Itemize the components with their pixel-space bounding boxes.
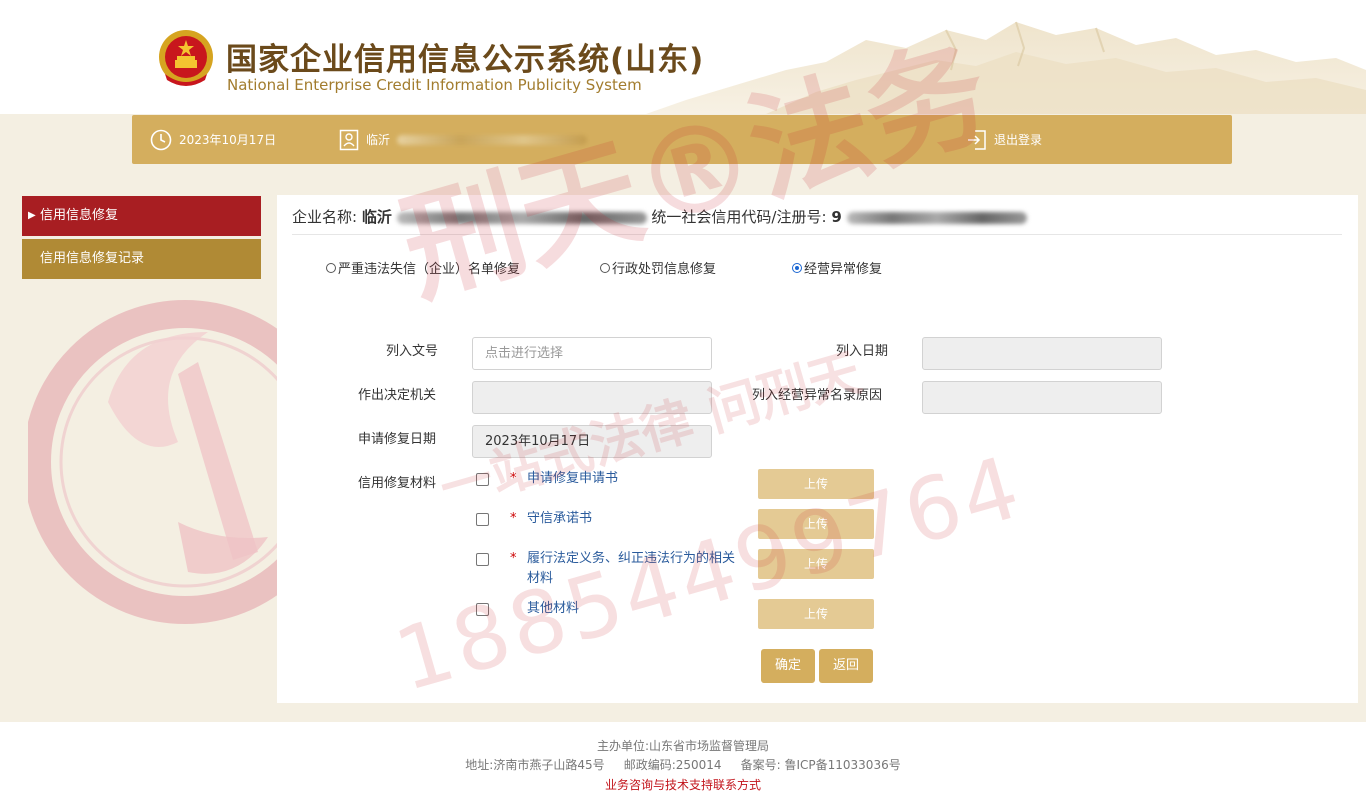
footer-icp[interactable]: 备案号: 鲁ICP备11033036号	[741, 758, 901, 772]
list-date-field	[922, 337, 1162, 370]
back-button[interactable]: 返回	[819, 649, 873, 683]
apply-date-label: 申请修复日期	[358, 432, 437, 447]
doc-no-placeholder: 点击进行选择	[485, 346, 564, 361]
date-display: 2023年10月17日	[150, 115, 276, 164]
footer-address: 地址:济南市燕子山路45号	[465, 758, 605, 772]
divider	[292, 234, 1342, 235]
redacted-company-name	[396, 211, 647, 224]
material-checkbox-pledge[interactable]	[476, 513, 489, 526]
upload-button-pledge[interactable]: 上传	[758, 509, 874, 539]
user-badge-icon	[339, 129, 359, 150]
company-name: 临沂	[361, 208, 392, 226]
redacted-credit-code	[846, 211, 1027, 224]
upload-button-other[interactable]: 上传	[758, 599, 874, 629]
company-info-row: 企业名称: 临沂 统一社会信用代码/注册号: 9	[292, 206, 1027, 227]
radio-serious-dishonesty-repair[interactable]: 严重违法失信（企业）名单修复	[326, 258, 520, 277]
site-footer: 主办单位:山东省市场监督管理局 地址:济南市燕子山路45号 邮政编码:25001…	[0, 722, 1366, 808]
company-name-label: 企业名称:	[292, 208, 358, 226]
required-star: *	[510, 511, 517, 526]
footer-contact-link[interactable]: 业务咨询与技术支持联系方式	[0, 776, 1366, 793]
logout-label: 退出登录	[994, 133, 1043, 147]
authority-label: 作出决定机关	[358, 388, 437, 403]
logout-icon	[968, 129, 986, 150]
footer-organizer: 主办单位:山东省市场监督管理局	[596, 739, 770, 753]
required-star: *	[510, 471, 517, 486]
logout-link[interactable]: 退出登录	[967, 115, 1042, 164]
credit-code: 9	[831, 208, 842, 226]
radio-admin-penalty-repair[interactable]: 行政处罚信息修复	[600, 258, 716, 277]
credit-code-label: 统一社会信用代码/注册号:	[651, 208, 827, 226]
confirm-button[interactable]: 确定	[761, 649, 815, 683]
radio-abnormal-operation-repair[interactable]: 经营异常修复	[792, 258, 882, 277]
doc-no-label: 列入文号	[386, 344, 439, 359]
material-label-pledge: 守信承诺书	[527, 511, 593, 526]
mountain-background-image	[646, 0, 1366, 114]
material-label-obligation: 履行法定义务、纠正违法行为的相关材料	[527, 551, 736, 586]
current-date: 2023年10月17日	[179, 133, 277, 147]
apply-date-field: 2023年10月17日	[472, 425, 712, 458]
reason-label: 列入经营异常名录原因	[752, 388, 883, 403]
user-display: 临沂	[339, 115, 588, 164]
reason-field	[922, 381, 1162, 414]
required-star: *	[510, 551, 517, 566]
material-label-application: 申请修复申请书	[527, 471, 619, 486]
user-info-bar: 2023年10月17日 临沂 退出登录	[132, 115, 1232, 164]
site-header: 国家企业信用信息公示系统(山东) National Enterprise Cre…	[0, 0, 1366, 114]
radio-label: 经营异常修复	[804, 262, 883, 277]
footer-postcode: 邮政编码:250014	[623, 758, 722, 772]
material-checkbox-application[interactable]	[476, 473, 489, 486]
doc-no-select-input[interactable]: 点击进行选择	[472, 337, 712, 370]
radio-button-icon[interactable]	[326, 262, 336, 273]
clock-icon	[150, 129, 172, 150]
radio-button-selected-icon[interactable]	[792, 262, 802, 273]
radio-button-icon[interactable]	[600, 262, 610, 273]
site-subtitle: National Enterprise Credit Information P…	[227, 76, 642, 94]
materials-label: 信用修复材料	[358, 476, 437, 491]
user-name: 临沂	[366, 133, 391, 147]
material-label-other: 其他材料	[527, 601, 580, 616]
sidebar-item-credit-repair[interactable]: 信用信息修复	[22, 196, 261, 236]
redacted-user-name	[397, 134, 588, 145]
sidebar-item-repair-records[interactable]: 信用信息修复记录	[22, 239, 261, 279]
upload-button-obligation[interactable]: 上传	[758, 549, 874, 579]
list-date-label: 列入日期	[836, 344, 889, 359]
radio-label: 行政处罚信息修复	[612, 262, 717, 277]
material-checkbox-obligation[interactable]	[476, 553, 489, 566]
authority-field	[472, 381, 712, 414]
site-title: 国家企业信用信息公示系统(山东)	[226, 42, 705, 78]
radio-label: 严重违法失信（企业）名单修复	[338, 262, 521, 277]
footer-address-row: 地址:济南市燕子山路45号 邮政编码:250014 备案号: 鲁ICP备1103…	[0, 756, 1366, 773]
material-checkbox-other[interactable]	[476, 603, 489, 616]
national-emblem-icon	[159, 30, 213, 86]
upload-button-application[interactable]: 上传	[758, 469, 874, 499]
